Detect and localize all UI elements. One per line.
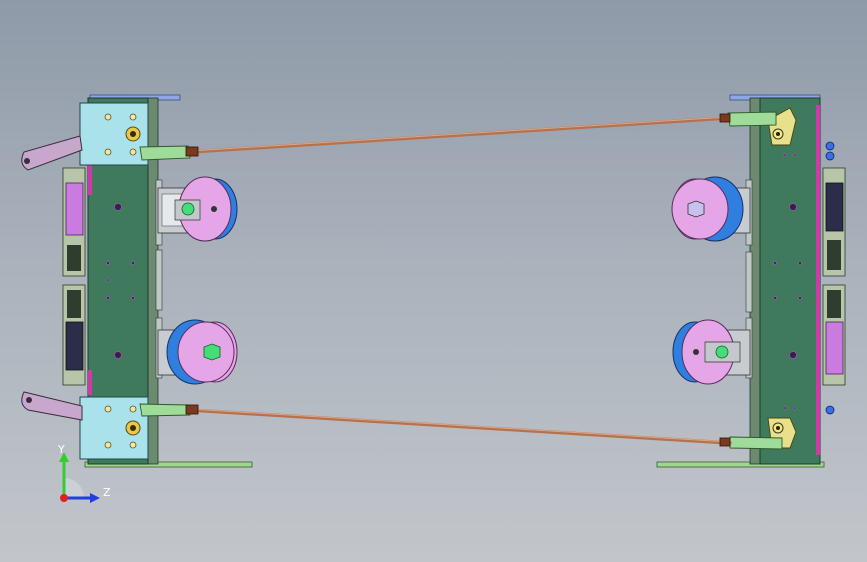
- right-main-frame: [759, 97, 821, 465]
- left-pivot-bottom-hub: [130, 425, 136, 431]
- right-damper-bottom: [825, 321, 844, 375]
- cad-viewport[interactable]: Y Z: [0, 0, 867, 562]
- right-clevis-top: [727, 111, 777, 127]
- linkage-rod-bottom-highlight: [189, 408, 731, 443]
- right-pivot-top-hub: [776, 132, 780, 136]
- left-damper-slot-bottom: [67, 290, 81, 318]
- right-pivot-bottom-hub: [776, 426, 780, 430]
- rod-end-top-right: [719, 113, 731, 123]
- right-clevis-bottom: [729, 436, 783, 450]
- z-axis-label: Z: [103, 486, 111, 499]
- right-pulley-bottom[interactable]: [672, 319, 751, 385]
- left-pivot-top-hub: [130, 131, 136, 137]
- right-assembly[interactable]: [656, 94, 846, 468]
- linkage-rod-top-highlight: [189, 116, 729, 152]
- left-lever-bottom-hole: [26, 397, 32, 403]
- left-clevis-top: [139, 145, 191, 161]
- left-damper-top: [65, 182, 84, 236]
- left-magenta-strip-bottom: [88, 370, 92, 395]
- right-damper-slot-top: [827, 240, 841, 270]
- left-lever-bottom[interactable]: [21, 391, 83, 421]
- left-pulley-top[interactable]: [157, 176, 238, 242]
- left-lever-top[interactable]: [21, 135, 83, 171]
- left-rail-mid: [155, 249, 163, 311]
- rod-end-bottom-right: [719, 437, 731, 447]
- right-pulley-top[interactable]: [671, 176, 751, 242]
- right-rail-mid: [745, 251, 753, 313]
- linkage-rod-bottom[interactable]: [188, 408, 732, 445]
- z-axis-arrowhead: [90, 493, 100, 503]
- right-damper-top: [825, 182, 844, 232]
- left-damper-slot-top: [67, 245, 81, 271]
- rod-end-top-left: [185, 146, 199, 157]
- rod-end-bottom-left: [185, 404, 199, 415]
- left-lever-top-hole: [24, 158, 30, 164]
- right-damper-slot-bottom: [827, 290, 841, 318]
- y-axis-label: Y: [58, 443, 65, 456]
- assembly-drawing[interactable]: [0, 0, 867, 562]
- linkage-rods[interactable]: [185, 113, 732, 447]
- x-axis-dot: [60, 494, 68, 502]
- triad-quadrant: [64, 478, 84, 498]
- right-magenta-strip-top: [816, 105, 820, 455]
- left-pulley-bottom[interactable]: [157, 319, 238, 385]
- linkage-rod-top[interactable]: [188, 116, 730, 154]
- left-damper-bottom: [65, 321, 84, 371]
- left-clevis-bottom: [139, 403, 191, 417]
